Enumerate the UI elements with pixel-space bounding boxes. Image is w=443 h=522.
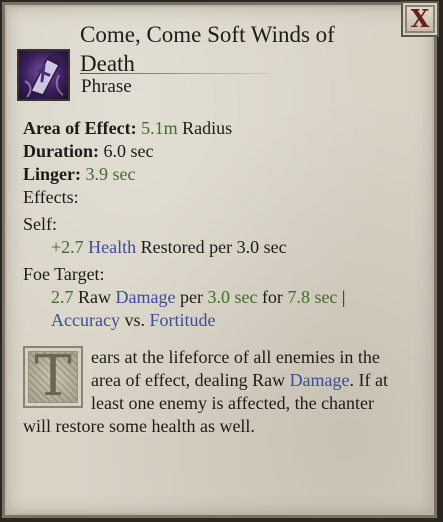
duration-label: Duration: [23, 141, 99, 161]
ability-icon [17, 49, 70, 101]
stats-block: Area of Effect: 5.1m Radius Duration: 6.… [23, 117, 423, 209]
aoe-label: Area of Effect: [23, 118, 137, 138]
description-damage-link[interactable]: Damage [290, 370, 350, 390]
linger-label: Linger: [23, 164, 81, 184]
linger-row: Linger: 3.9 sec [23, 163, 423, 186]
foe-for: for [261, 287, 283, 307]
foe-effect: 2.7 Raw Damage per 3.0 sec for 7.8 sec |… [23, 286, 428, 332]
aoe-row: Area of Effect: 5.1m Radius [23, 117, 423, 140]
damage-keyword[interactable]: Damage [116, 287, 176, 307]
description: Tears at the lifeforce of all enemies in… [23, 346, 391, 438]
close-button[interactable]: X [401, 1, 439, 37]
self-label: Self: [23, 214, 57, 234]
ability-type: Phrase [81, 76, 132, 97]
aoe-value: 5.1m [141, 118, 178, 138]
effects-label: Effects: [23, 187, 79, 207]
purple-shroud-coffin-icon [24, 55, 64, 98]
health-keyword[interactable]: Health [88, 237, 136, 257]
drop-cap: T [23, 346, 83, 408]
accuracy-keyword[interactable]: Accuracy [51, 310, 120, 330]
aoe-unit: Radius [182, 118, 233, 138]
foe-vs: vs. [124, 310, 145, 330]
duration-value: 6.0 sec [103, 141, 154, 161]
ability-title: Come, Come Soft Winds of Death [80, 22, 335, 76]
self-effect: +2.7 Health Restored per 3.0 sec [23, 236, 428, 259]
foe-amount: 2.7 [51, 287, 74, 307]
fortitude-keyword[interactable]: Fortitude [149, 310, 215, 330]
self-amount: +2.7 [51, 237, 84, 257]
foe-label: Foe Target: [23, 264, 105, 284]
foe-duration: 7.8 sec [287, 287, 338, 307]
self-effect-rest: Restored per 3.0 sec [140, 237, 287, 257]
title-divider [80, 73, 268, 74]
foe-interval: 3.0 sec [207, 287, 258, 307]
foe-separator: | [341, 287, 346, 307]
self-section: Self: +2.7 Health Restored per 3.0 sec [23, 213, 428, 259]
linger-value: 3.9 sec [85, 164, 136, 184]
foe-per: per [179, 287, 203, 307]
duration-row: Duration: 6.0 sec [23, 140, 423, 163]
foe-raw: Raw [78, 287, 111, 307]
foe-section: Foe Target: 2.7 Raw Damage per 3.0 sec f… [23, 263, 428, 332]
